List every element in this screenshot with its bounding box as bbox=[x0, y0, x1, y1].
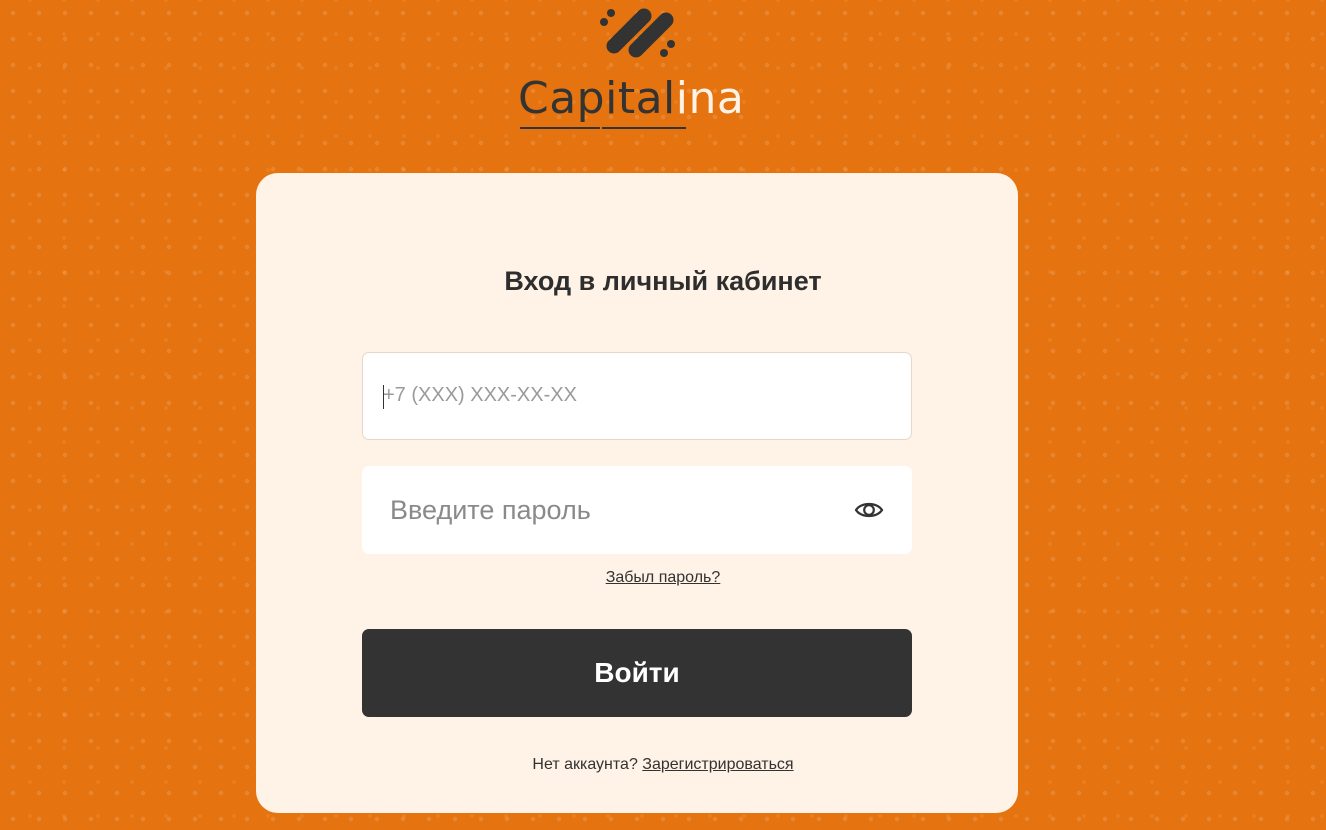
forgot-password-link[interactable]: Забыл пароль? bbox=[0, 569, 1326, 587]
eye-icon[interactable] bbox=[854, 499, 884, 521]
text-caret bbox=[383, 385, 384, 409]
logo-wordmark-light: ina bbox=[675, 73, 745, 124]
logo-wordmark: Capitalina bbox=[518, 74, 744, 124]
logo-underline-right bbox=[602, 127, 686, 129]
password-placeholder: Введите пароль bbox=[390, 495, 591, 525]
register-link[interactable]: Зарегистрироваться bbox=[642, 756, 793, 773]
password-input[interactable]: Введите пароль bbox=[362, 466, 912, 554]
register-row: Нет аккаунта? Зарегистрироваться bbox=[0, 756, 1326, 774]
page-title: Вход в личный кабинет bbox=[504, 266, 822, 296]
logo-underline-left bbox=[520, 127, 600, 129]
capitalina-logo-mark-icon bbox=[600, 8, 675, 58]
no-account-text: Нет аккаунта? bbox=[532, 756, 638, 773]
login-button[interactable]: Войти bbox=[362, 629, 912, 717]
phone-placeholder: +7 (XXX) XXX-XX-XX bbox=[383, 384, 577, 406]
logo: Capitalina bbox=[516, 0, 760, 134]
phone-input[interactable]: +7 (XXX) XXX-XX-XX bbox=[362, 352, 912, 440]
logo-wordmark-dark: Capital bbox=[518, 73, 676, 124]
